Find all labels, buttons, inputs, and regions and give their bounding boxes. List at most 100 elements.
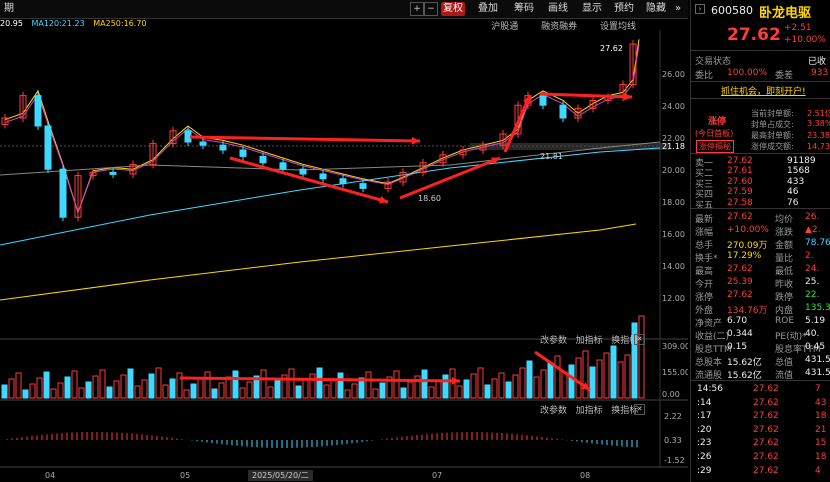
volume-bar [211, 388, 218, 399]
kline-chart-area[interactable]: 期 + − 复权 叠加 筹码 画线 显示 预约 隐藏 » 20.95 MA120… [0, 0, 688, 482]
volume-bar [29, 383, 36, 399]
price-axis-label: 24.00 [662, 102, 685, 111]
collapse-icon[interactable]: › [695, 4, 705, 14]
stat-label: 涨幅 [695, 228, 714, 238]
volume-axis-label: 155.00 [662, 368, 688, 377]
candle-body [279, 162, 287, 170]
volume-bar [218, 382, 225, 399]
tick-price: 27.62 [753, 424, 779, 435]
close-icon[interactable]: ✕ [634, 334, 645, 345]
tick-price: 27.62 [753, 411, 779, 422]
price-axis-label: 16.00 [662, 230, 685, 239]
volume-bar [442, 374, 449, 399]
tick-volume: 7 [815, 384, 821, 394]
stat-label: 内盘 [775, 306, 794, 316]
x-axis-label: 08 [580, 471, 591, 480]
candle-body [539, 95, 547, 106]
trade-status-value: 已收 [808, 57, 827, 67]
x-axis-label: 05 [180, 471, 191, 480]
annotation-arrow [539, 92, 633, 99]
volume-bar [603, 352, 610, 399]
stat-value: 24. [805, 264, 820, 274]
book-level-price: 27.60 [727, 176, 753, 187]
stat-value: 15.62亿 [727, 358, 762, 368]
tick-time: :14 [697, 397, 712, 408]
volume-bar [407, 381, 414, 399]
annotation-arrowhead [451, 376, 460, 385]
volume-bar [519, 367, 526, 399]
ma-line-120 [0, 147, 661, 246]
stat-label: 收益(二) [695, 332, 730, 342]
tick-volume: 43 [815, 397, 827, 408]
candle-body [319, 173, 327, 180]
volume-bar [78, 387, 85, 399]
volume-bar [169, 378, 176, 399]
trade-status-label: 交易状态 [695, 57, 732, 67]
stat-label: 均价 [775, 215, 794, 225]
ma-box-annotation: 21.81 [540, 152, 563, 161]
edit-params-button[interactable]: 改参数 [540, 336, 567, 346]
stat-label: PE(动)* [775, 332, 807, 342]
price-change-pct: +10.00% [784, 35, 826, 45]
candle-body [109, 171, 117, 175]
volume-bar [470, 373, 477, 399]
stat-value: 22. [805, 290, 820, 300]
volume-bar [561, 371, 568, 399]
stat-value: 0.344 [727, 329, 753, 339]
limit-stat-label: 当前封单额: [751, 109, 794, 118]
order-ratio-label: 委比 [695, 71, 714, 81]
volume-bar [323, 384, 330, 399]
book-level-volume: 433 [787, 176, 805, 187]
stat-value: 134.76万 [727, 306, 768, 316]
tick-price: 27.62 [753, 452, 779, 462]
stat-label: 涨停 [695, 293, 714, 303]
volume-bar [288, 368, 295, 399]
annotation-arrow [399, 156, 501, 200]
tick-time: 14:56 [697, 384, 723, 394]
volume-bar [547, 362, 554, 399]
volume-bar [638, 315, 645, 399]
stat-label: ROE [775, 316, 795, 326]
first-board-tag: (今日首板) [695, 129, 734, 138]
stock-code: 600580 [711, 4, 753, 17]
candle-body [239, 149, 247, 157]
open-account-link[interactable]: 抓住机会，即刻开户! [721, 84, 806, 97]
tick-time: :26 [697, 452, 712, 462]
volume-bar [260, 369, 267, 399]
add-indicator-button[interactable]: 加指标 [576, 336, 603, 346]
price-axis-label: 12.00 [662, 294, 685, 303]
macd-indicator-tabs: 改参数 加指标 换指标 [540, 403, 638, 416]
price-axis-label: 20.00 [662, 166, 685, 175]
stat-label: 量比 [775, 254, 794, 264]
stat-label: 最低 [775, 267, 794, 277]
volume-bar [554, 355, 561, 399]
candle-body [199, 141, 207, 146]
edit-params-button[interactable]: 改参数 [540, 406, 567, 416]
volume-bar [302, 379, 309, 399]
stat-value: 270.09万 [727, 241, 768, 251]
volume-bar [64, 376, 71, 399]
limit-reveal-button[interactable]: 涨停揭秘 [696, 140, 734, 153]
volume-bar [22, 389, 29, 399]
tick-price: 27.62 [753, 438, 779, 449]
tick-volume: 4 [815, 465, 821, 476]
tick-price: 27.62 [753, 384, 779, 394]
macd-axis-label: -1.52 [664, 456, 685, 465]
ma-line-250 [0, 223, 637, 301]
volume-bar [316, 367, 323, 399]
limit-up-tag: 涨停 [708, 117, 727, 127]
tick-price: 27.62 [753, 397, 779, 408]
close-icon[interactable]: ✕ [634, 404, 645, 415]
volume-indicator-tabs: 改参数 加指标 换指标 [540, 333, 638, 346]
stat-value: 135.33 [805, 303, 830, 313]
stat-value: 25. [805, 277, 820, 287]
volume-bar [400, 387, 407, 399]
volume-bar [113, 380, 120, 399]
stat-value: 431.5 [805, 355, 830, 365]
add-indicator-button[interactable]: 加指标 [576, 406, 603, 416]
volume-bar [351, 383, 358, 399]
volume-bar [183, 389, 190, 399]
volume-bar [50, 388, 57, 399]
limit-stat-value: 23.38亿 [807, 131, 830, 140]
volume-axis-label: 309.00 [662, 342, 688, 351]
